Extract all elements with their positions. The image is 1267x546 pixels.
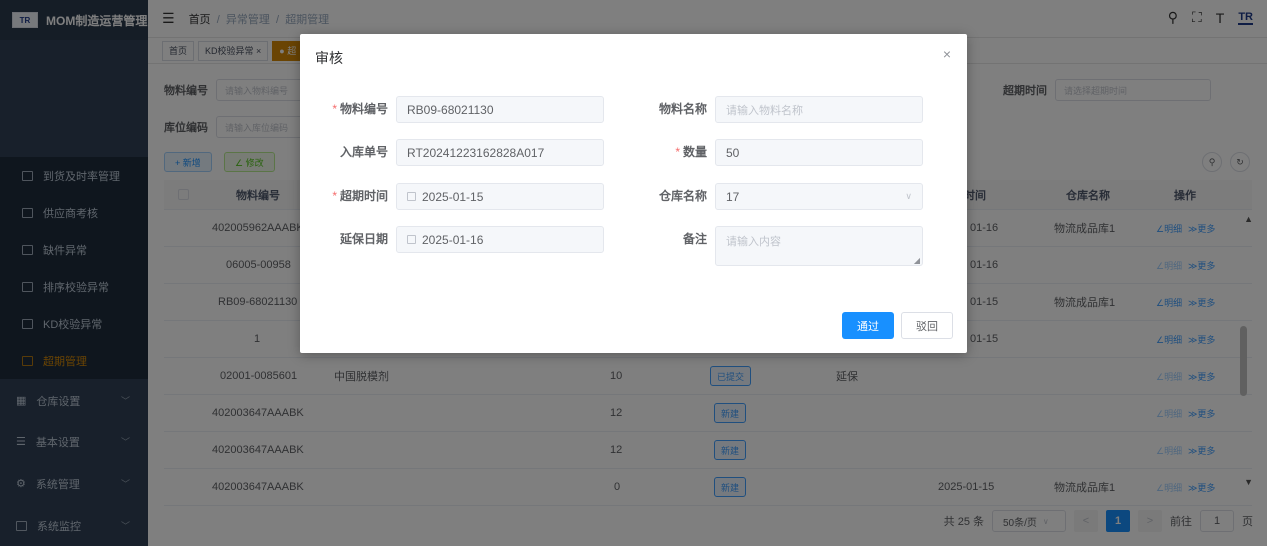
remark-textarea[interactable]: 请输入内容 ◢: [715, 226, 923, 266]
label-text: 数量: [682, 145, 707, 159]
date-value: 2025-01-16: [422, 232, 484, 247]
remark-form-label: 备注: [682, 232, 707, 246]
material-code-form-label: * 物料编号: [300, 96, 388, 122]
approve-button[interactable]: 通过: [842, 312, 894, 339]
required-mark: *: [332, 189, 337, 203]
close-icon[interactable]: ×: [943, 46, 951, 62]
calendar-icon: [407, 235, 416, 244]
inbound-no-field[interactable]: RT20241223162828A017: [396, 139, 604, 166]
quantity-field[interactable]: 50: [715, 139, 923, 166]
required-mark: *: [332, 102, 337, 116]
overdue-time-form-label: * 超期时间: [300, 183, 388, 209]
calendar-icon: [407, 192, 416, 201]
material-name-field[interactable]: 请输入物料名称: [715, 96, 923, 123]
placeholder-text: 请输入内容: [726, 236, 781, 248]
quantity-form-label: * 数量: [619, 139, 707, 165]
warehouse-select[interactable]: 17 ∨: [715, 183, 923, 210]
reject-button[interactable]: 驳回: [901, 312, 953, 339]
date-value: 2025-01-15: [422, 189, 484, 204]
resize-handle-icon[interactable]: ◢: [914, 256, 920, 265]
material-name-form-label: 物料名称: [658, 102, 707, 116]
dialog-title: 审核: [315, 50, 343, 66]
label-text: 物料编号: [339, 102, 388, 116]
extension-date-field[interactable]: 2025-01-16: [396, 226, 604, 253]
required-mark: *: [675, 145, 680, 159]
inbound-no-form-label: 入库单号: [339, 145, 388, 159]
extension-date-form-label: 延保日期: [339, 232, 388, 246]
review-dialog: 审核 × * 物料编号 RB09-68021130 入库单号 RT20241223…: [300, 34, 967, 353]
label-text: 超期时间: [339, 189, 388, 203]
material-code-field[interactable]: RB09-68021130: [396, 96, 604, 123]
select-value: 17: [726, 189, 740, 204]
warehouse-form-label: 仓库名称: [658, 189, 707, 203]
overdue-time-field[interactable]: 2025-01-15: [396, 183, 604, 210]
chevron-down-icon: ∨: [905, 191, 912, 201]
